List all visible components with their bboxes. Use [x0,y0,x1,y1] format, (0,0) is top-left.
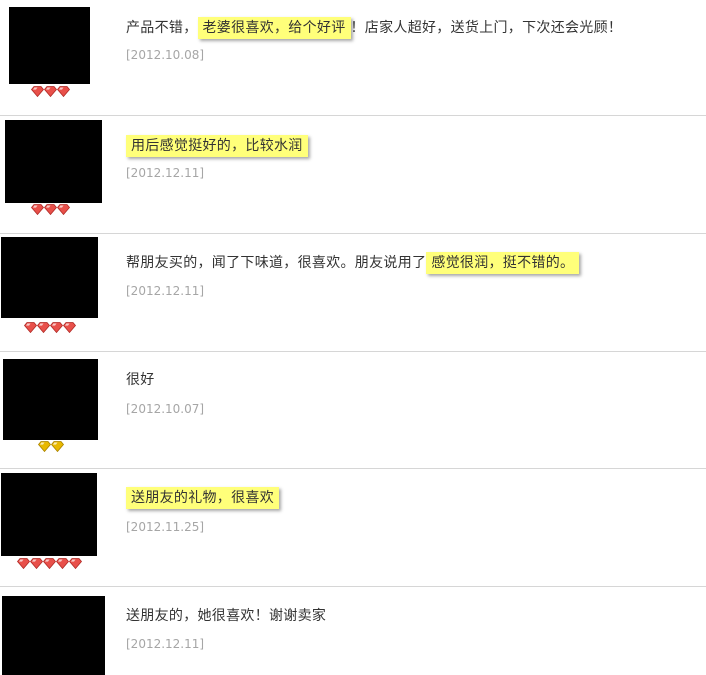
buyer-credit-badge [31,204,70,216]
red-diamond-icon [31,86,44,97]
review-comment: 送朋友的礼物，很喜欢 [126,487,279,509]
red-diamond-icon [57,204,70,215]
review-item: 产品不错， 老婆很喜欢，给个好评 ！店家人超好，送货上门，下次还会光顾！ [2012… [0,0,706,115]
red-diamond-icon [57,86,70,97]
review-date: [2012.12.11] [126,637,205,651]
red-diamond-icon [44,204,57,215]
avatar[interactable] [3,359,98,440]
avatar[interactable] [1,473,97,556]
review-comment: 帮朋友买的，闻了下味道，很喜欢。朋友说用了 感觉很润，挺不错的。 [126,252,580,274]
red-diamond-icon [37,322,50,333]
review-item: 很好 [2012.10.07] [0,352,706,468]
red-diamond-icon [44,86,57,97]
avatar[interactable] [9,7,90,84]
buyer-credit-badge [17,558,82,570]
highlighted-phrase: 老婆很喜欢，给个好评 [197,17,351,39]
avatar[interactable] [1,237,98,318]
review-item: 帮朋友买的，闻了下味道，很喜欢。朋友说用了 感觉很润，挺不错的。 [2012.12… [0,234,706,351]
review-item: 用后感觉挺好的，比较水润 [2012.12.11] [0,116,706,233]
review-comment: 产品不错， 老婆很喜欢，给个好评 ！店家人超好，送货上门，下次还会光顾！ [126,17,622,39]
review-item: 送朋友的礼物，很喜欢 [2012.11.25] [0,469,706,586]
review-date: [2012.10.07] [126,402,205,416]
red-diamond-icon [24,322,37,333]
red-diamond-icon [43,558,56,569]
highlighted-phrase: 感觉很润，挺不错的。 [426,252,580,274]
avatar[interactable] [5,120,102,203]
yellow-diamond-icon [51,441,64,452]
buyer-credit-badge [38,441,64,453]
red-diamond-icon [50,322,63,333]
highlighted-phrase: 送朋友的礼物，很喜欢 [126,487,279,509]
red-diamond-icon [63,322,76,333]
red-diamond-icon [69,558,82,569]
review-date: [2012.12.11] [126,166,205,180]
buyer-credit-badge [24,322,76,334]
review-comment: 送朋友的，她很喜欢！谢谢卖家 [126,608,327,624]
review-date: [2012.12.11] [126,284,205,298]
review-date: [2012.10.08] [126,48,205,62]
red-diamond-icon [56,558,69,569]
buyer-credit-badge [31,86,70,98]
red-diamond-icon [30,558,43,569]
red-diamond-icon [17,558,30,569]
highlighted-phrase: 用后感觉挺好的，比较水润 [126,135,308,157]
red-diamond-icon [31,204,44,215]
review-comment: 用后感觉挺好的，比较水润 [126,135,308,157]
review-date: [2012.11.25] [126,520,205,534]
review-comment: 很好 [126,372,155,388]
review-item: 送朋友的，她很喜欢！谢谢卖家 [2012.12.11] [0,587,706,675]
avatar[interactable] [2,596,105,675]
yellow-diamond-icon [38,441,51,452]
